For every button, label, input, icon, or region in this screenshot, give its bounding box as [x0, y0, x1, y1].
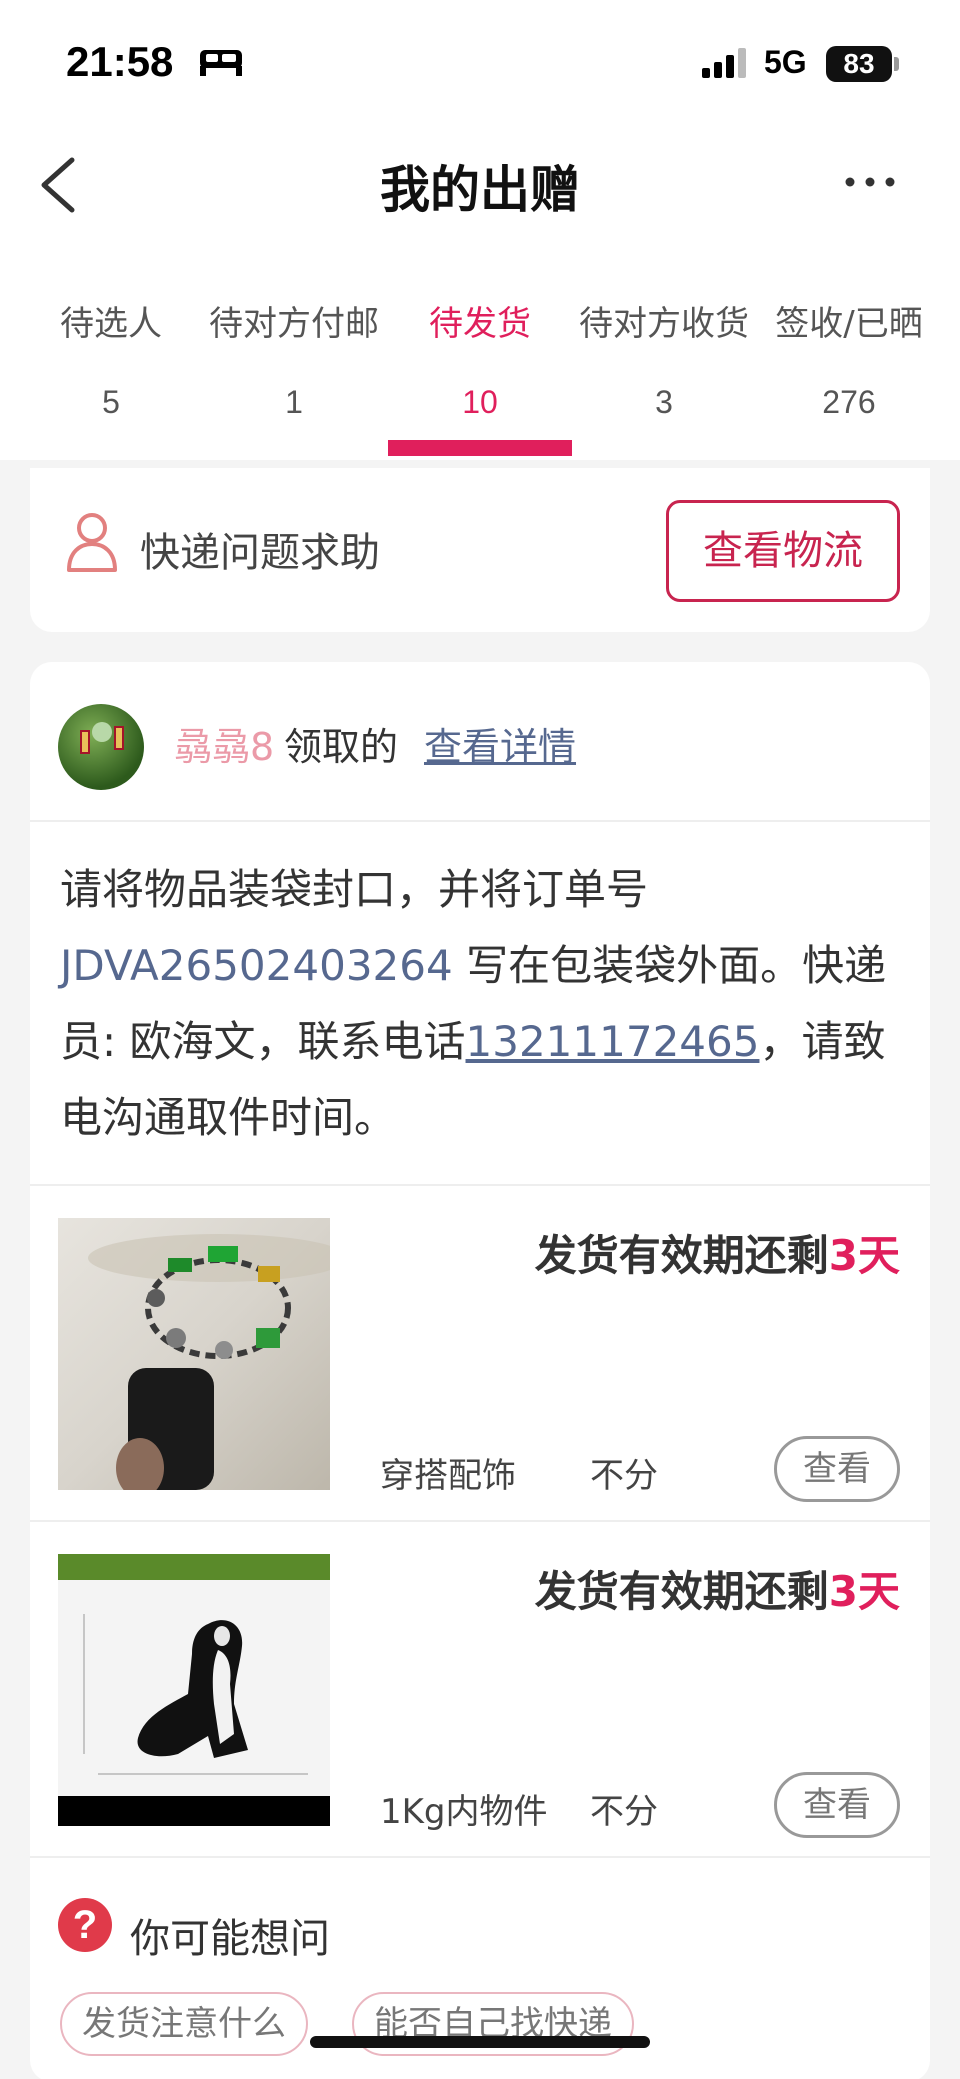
- notice-text: 请将物品装袋封口，并将订单号: [60, 865, 649, 914]
- tab-label: 签收/已晒: [775, 304, 923, 344]
- person-icon: [67, 513, 117, 572]
- avatar[interactable]: [58, 704, 144, 790]
- active-tab-indicator: [388, 440, 572, 456]
- faq-title: 你可能想问: [130, 1916, 330, 1962]
- order-number: JDVA26502403264: [60, 941, 453, 990]
- faq-chip[interactable]: 发货注意什么: [60, 1992, 308, 2056]
- signal-icon: [702, 48, 746, 78]
- tab-received[interactable]: 签收/已晒 276: [764, 250, 934, 460]
- deadline-days: 3天: [828, 1567, 900, 1616]
- tab-count: 10: [462, 384, 498, 420]
- question-icon: ?: [58, 1898, 112, 1952]
- page-title: 我的出赠: [380, 161, 580, 219]
- tab-pending-receipt[interactable]: 待对方收货 3: [566, 250, 762, 460]
- tab-label: 待对方付邮: [209, 304, 379, 344]
- sleep-focus-icon: [200, 50, 242, 76]
- tab-label: 待发货: [429, 304, 531, 344]
- courier-help-card: 快递问题求助 查看物流: [30, 468, 930, 632]
- battery-tip: [894, 57, 899, 71]
- shipping-notice: 请将物品装袋封口，并将订单号 JDVA26502403264 写在包装袋外面。快…: [60, 852, 910, 1156]
- ship-deadline: 发货有效期还剩3天: [535, 1222, 900, 1283]
- tab-pending-postage[interactable]: 待对方付邮 1: [194, 250, 394, 460]
- item-category: 1Kg内物件: [380, 1792, 548, 1832]
- battery-icon: 83: [826, 46, 892, 82]
- status-time: 21:58: [66, 38, 174, 85]
- view-item-button[interactable]: 查看: [774, 1772, 900, 1838]
- order-card: 骉骉8 领取的 查看详情 请将物品装袋封口，并将订单号 JDVA26502403…: [30, 662, 930, 2079]
- view-logistics-button[interactable]: 查看物流: [666, 500, 900, 602]
- item-mode: 不分: [590, 1456, 658, 1496]
- nav-bar: 我的出赠: [0, 120, 960, 250]
- courier-phone-link[interactable]: 13211172465: [466, 1017, 760, 1066]
- tab-pending-selection[interactable]: 待选人 5: [0, 250, 222, 460]
- receiver-row: 骉骉8 领取的 查看详情: [30, 662, 930, 822]
- tab-count: 1: [285, 384, 303, 420]
- receiver-suffix: 领取的: [284, 725, 399, 769]
- ship-deadline: 发货有效期还剩3天: [535, 1558, 900, 1619]
- tab-label: 待选人: [60, 304, 162, 344]
- bracelet-image: [88, 1234, 330, 1490]
- status-bar: 21:58 5G 83: [0, 0, 960, 120]
- status-tabs: 待选人 5 待对方付邮 1 待发货 10 待对方收货 3 签收/已晒 276: [0, 250, 960, 460]
- more-dots-icon[interactable]: [840, 162, 900, 202]
- home-indicator: [310, 2036, 650, 2048]
- item-mode: 不分: [590, 1792, 658, 1832]
- list-item: 发货有效期还剩3天 1Kg内物件 不分 查看: [30, 1522, 930, 1858]
- item-thumbnail-dog-figurine[interactable]: [58, 1554, 330, 1826]
- network-label: 5G: [764, 44, 807, 80]
- view-details-link[interactable]: 查看详情: [424, 716, 576, 771]
- receiver-name[interactable]: 骉骉8: [174, 716, 274, 771]
- deadline-prefix: 发货有效期还剩: [534, 1231, 829, 1280]
- item-thumbnail-bracelet[interactable]: [58, 1218, 330, 1490]
- tab-label: 待对方收货: [579, 304, 749, 344]
- tab-count: 276: [822, 384, 876, 420]
- courier-help-label[interactable]: 快递问题求助: [140, 520, 380, 578]
- deadline-prefix: 发货有效期还剩: [534, 1567, 829, 1616]
- tab-count: 3: [655, 384, 673, 420]
- deadline-days: 3天: [828, 1231, 900, 1280]
- tab-pending-shipment[interactable]: 待发货 10: [388, 250, 572, 460]
- tab-count: 5: [102, 384, 120, 420]
- dog-figurine-image: [58, 1554, 330, 1826]
- list-item: 发货有效期还剩3天 穿搭配饰 不分 查看: [30, 1186, 930, 1522]
- item-category: 穿搭配饰: [380, 1456, 516, 1496]
- view-item-button[interactable]: 查看: [774, 1436, 900, 1502]
